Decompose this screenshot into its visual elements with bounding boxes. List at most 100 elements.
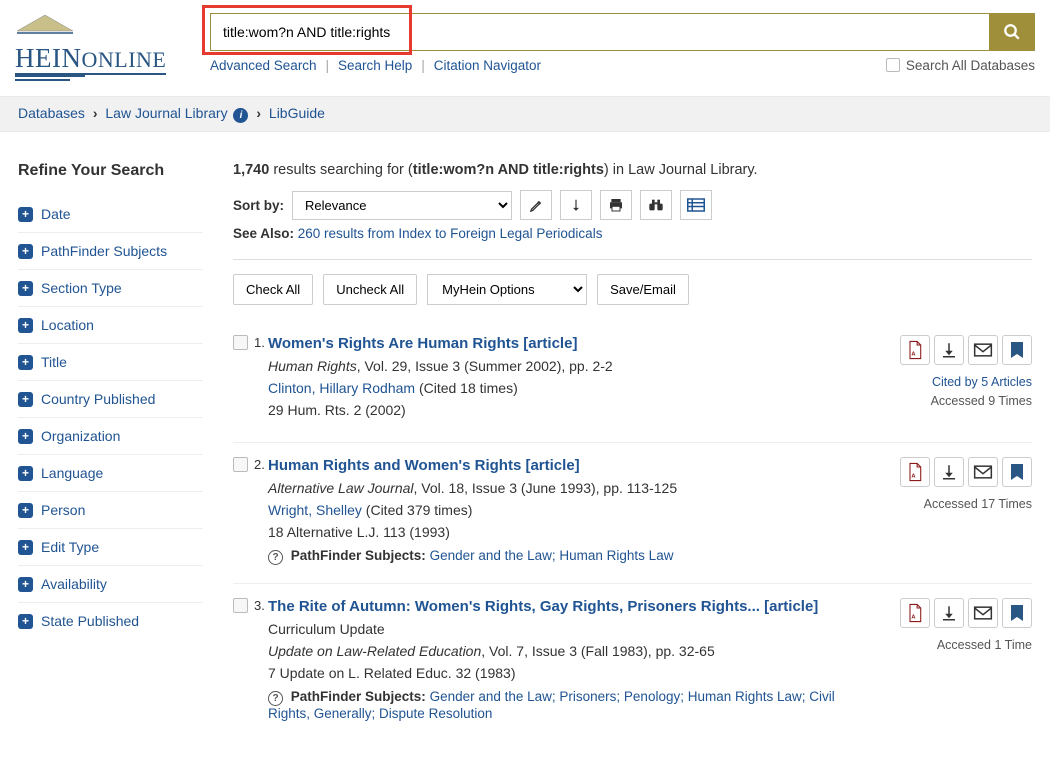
result-title-link[interactable]: The Rite of Autumn: Women's Rights, Gay … [268,598,818,615]
pdf-icon[interactable]: A [900,598,930,628]
result-author-link[interactable]: Wright, Shelley [268,502,362,518]
cited-by-link[interactable]: Cited by 5 Articles [932,375,1032,389]
facet-availability[interactable]: +Availability [18,576,203,592]
bookmark-icon[interactable] [1002,457,1032,487]
facet-label: Organization [41,428,120,444]
result-author-link[interactable]: Clinton, Hillary Rodham [268,380,415,396]
info-icon[interactable]: i [233,108,248,123]
citation-navigator-link[interactable]: Citation Navigator [434,58,541,73]
pathfinder-row: ? PathFinder Subjects: Gender and the La… [268,548,877,565]
help-icon[interactable]: ? [268,550,283,565]
advanced-search-link[interactable]: Advanced Search [210,58,317,73]
download-icon[interactable] [934,457,964,487]
myhein-select[interactable]: MyHein Options [427,274,587,305]
result-checkbox[interactable] [233,457,248,472]
plus-icon: + [18,207,33,222]
facet-section-type[interactable]: + Section Type [18,280,203,296]
search-input[interactable] [211,14,989,50]
search-help-link[interactable]: Search Help [338,58,412,73]
plus-icon: + [18,429,33,444]
logo-main: HEIN [15,43,81,73]
bookmark-icon[interactable] [1002,335,1032,365]
facet-label: Location [41,317,94,333]
breadcrumb-ljl[interactable]: Law Journal Library [105,105,227,121]
search-button[interactable] [989,14,1034,50]
result-number: 3. [254,598,265,613]
breadcrumb-databases[interactable]: Databases [18,105,85,121]
refine-sidebar: Refine Your Search +Date+PathFinder Subj… [18,162,203,753]
email-icon[interactable] [968,335,998,365]
email-icon[interactable] [968,598,998,628]
plus-icon: + [18,614,33,629]
facet-country-published[interactable]: + Country Published [18,391,203,407]
svg-text:A: A [911,352,915,358]
facet-person[interactable]: +Person [18,502,203,518]
accessed-count: Accessed 9 Times [931,394,1032,408]
save-email-button[interactable]: Save/Email [597,274,689,305]
facet-label: Person [41,502,85,518]
facet-language[interactable]: +Language [18,465,203,481]
check-all-button[interactable]: Check All [233,274,313,305]
logo[interactable]: HEINONLINE [15,8,210,81]
results-header: 1,740 results searching for (title:wom?n… [233,162,1032,178]
sidebar-title: Refine Your Search [18,162,203,180]
result-checkbox[interactable] [233,598,248,613]
see-also-link[interactable]: 260 results from Index to Foreign Legal … [298,226,603,241]
plus-icon: + [18,244,33,259]
edit-button[interactable] [520,190,552,220]
result-title-link[interactable]: Women's Rights Are Human Rights [article… [268,335,577,352]
result-source: Alternative Law Journal, Vol. 18, Issue … [268,480,877,496]
pathfinder-row: ? PathFinder Subjects: Gender and the La… [268,689,877,721]
facet-edit-type[interactable]: +Edit Type [18,539,203,555]
pdf-icon[interactable]: A [900,457,930,487]
facet-label: PathFinder Subjects [41,243,167,259]
list-view-button[interactable] [680,190,712,220]
facet-label: State Published [41,613,139,629]
logo-suffix: ONLINE [81,47,166,72]
pdf-icon[interactable]: A [900,335,930,365]
result-query: title:wom?n AND title:rights [413,162,604,178]
list-icon [687,198,705,212]
printer-icon [608,197,624,213]
accessed-count: Accessed 17 Times [924,497,1032,511]
download-icon[interactable] [934,598,964,628]
result-number: 2. [254,457,265,472]
facet-pathfinder-subjects[interactable]: + PathFinder Subjects [18,243,203,259]
result-citation: 7 Update on L. Related Educ. 32 (1983) [268,665,877,681]
result-author-line: Clinton, Hillary Rodham (Cited 18 times) [268,380,877,396]
facet-label: Language [41,465,103,481]
facet-date[interactable]: +Date [18,206,203,222]
search-all-label: Search All Databases [906,58,1035,73]
facet-label: Edit Type [41,539,99,555]
sort-select[interactable]: Relevance [292,191,512,220]
pathfinder-link[interactable]: Gender and the Law; Human Rights Law [430,548,674,563]
result-title-link[interactable]: Human Rights and Women's Rights [article… [268,457,580,474]
facet-state-published[interactable]: + State Published [18,613,203,629]
accessed-count: Accessed 1 Time [937,638,1032,652]
facet-label: Title [41,354,67,370]
search-icon [1003,23,1021,41]
plus-icon: + [18,281,33,296]
search-within-button[interactable] [640,190,672,220]
help-icon[interactable]: ? [268,691,283,706]
facet-label: Section Type [41,280,122,296]
result-item: 3.The Rite of Autumn: Women's Rights, Ga… [233,598,1032,739]
facet-organization[interactable]: + Organization [18,428,203,444]
search-all-databases[interactable]: Search All Databases [886,58,1035,73]
uncheck-all-button[interactable]: Uncheck All [323,274,417,305]
breadcrumb-libguide[interactable]: LibGuide [269,105,325,121]
facet-label: Country Published [41,391,155,407]
plus-icon: + [18,392,33,407]
bookmark-icon[interactable] [1002,598,1032,628]
result-count: 1,740 [233,162,269,178]
facet-title[interactable]: +Title [18,354,203,370]
download-icon[interactable] [934,335,964,365]
print-button[interactable] [600,190,632,220]
result-item: 1.Women's Rights Are Human Rights [artic… [233,335,1032,443]
reverse-button[interactable] [560,190,592,220]
result-checkbox[interactable] [233,335,248,350]
svg-text:A: A [911,474,915,480]
facet-location[interactable]: +Location [18,317,203,333]
email-icon[interactable] [968,457,998,487]
plus-icon: + [18,577,33,592]
